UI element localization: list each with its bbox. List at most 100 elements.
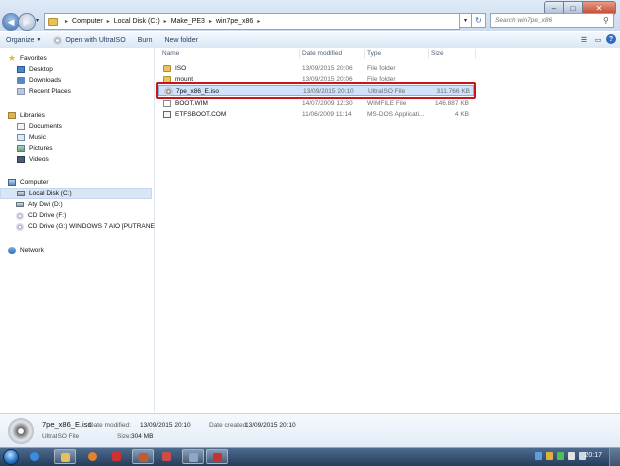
- tray-icon[interactable]: [546, 452, 553, 460]
- folder-icon: [48, 17, 58, 26]
- file-list: Name Date modified Type Size ISO 13/09/2…: [155, 48, 620, 412]
- column-divider[interactable]: [428, 49, 429, 59]
- desktop-icon: [17, 66, 25, 73]
- column-divider[interactable]: [475, 49, 476, 59]
- table-row[interactable]: ETFSBOOT.COM 11/06/2009 11:14 MS-DOS App…: [158, 109, 474, 120]
- preview-pane-icon[interactable]: ▭: [592, 34, 604, 45]
- column-date-modified[interactable]: Date modified: [302, 50, 342, 57]
- nav-cd-drive-f[interactable]: CD Drive (F:): [16, 210, 66, 221]
- recent-places-icon: [17, 88, 25, 95]
- details-file-name: 7pe_x86_E.iso: [42, 420, 92, 429]
- nav-pictures[interactable]: Pictures: [17, 143, 52, 154]
- details-pane: 7pe_x86_E.iso UltraISO File Date modifie…: [0, 413, 620, 448]
- column-divider[interactable]: [299, 49, 300, 59]
- cd-drive-icon: [16, 211, 24, 220]
- tray-icon[interactable]: [535, 452, 542, 460]
- nav-documents[interactable]: Documents: [17, 121, 62, 132]
- organize-button[interactable]: Organize ▼: [0, 32, 47, 48]
- breadcrumb-computer[interactable]: Computer: [72, 18, 103, 25]
- taskbar-app[interactable]: [132, 449, 154, 464]
- nav-libraries[interactable]: Libraries: [8, 110, 45, 121]
- breadcrumb-local-disk[interactable]: Local Disk (C:): [114, 18, 160, 25]
- breadcrumb-separator[interactable]: ▸: [65, 18, 68, 25]
- breadcrumb-make-pe3[interactable]: Make_PE3: [171, 18, 205, 25]
- search-box[interactable]: ⚲: [490, 13, 614, 28]
- hard-disk-icon: [17, 191, 25, 196]
- table-row[interactable]: ISO 13/09/2015 20:06 File folder: [158, 63, 474, 74]
- music-icon: [17, 134, 25, 141]
- column-headers: Name Date modified Type Size: [155, 48, 620, 60]
- address-bar[interactable]: ▸ Computer ▸ Local Disk (C:) ▸ Make_PE3 …: [44, 13, 460, 30]
- new-folder-button[interactable]: New folder: [158, 32, 203, 48]
- nav-computer-label: Computer: [20, 179, 49, 186]
- column-size[interactable]: Size: [431, 50, 444, 57]
- table-row[interactable]: BOOT.WIM 14/07/2009 12:30 WIMFILE File 1…: [158, 98, 474, 109]
- new-folder-label: New folder: [164, 36, 198, 44]
- app-icon: [213, 453, 222, 462]
- search-input[interactable]: [491, 16, 603, 25]
- nav-desktop-label: Desktop: [29, 66, 53, 73]
- search-icon[interactable]: ⚲: [603, 16, 609, 25]
- start-button[interactable]: [3, 449, 19, 465]
- details-file-type: UltraISO File: [42, 433, 80, 440]
- taskbar-app[interactable]: [206, 449, 228, 464]
- taskbar-app[interactable]: [106, 449, 128, 464]
- open-with-button[interactable]: Open with UltraISO: [47, 32, 131, 48]
- nav-desktop[interactable]: Desktop: [17, 64, 53, 75]
- file-icon: [163, 100, 171, 107]
- documents-icon: [17, 123, 25, 130]
- breadcrumb-win7pe-x86[interactable]: win7pe_x86: [216, 18, 253, 25]
- nav-videos[interactable]: Videos: [17, 154, 49, 165]
- breadcrumb-separator[interactable]: ▸: [107, 18, 110, 25]
- view-controls: ☰ ▭ ?: [578, 34, 616, 45]
- column-name[interactable]: Name: [162, 50, 179, 57]
- breadcrumb-separator[interactable]: ▸: [257, 18, 260, 25]
- breadcrumb-separator[interactable]: ▸: [209, 18, 212, 25]
- arrow-left-icon: ◀: [7, 16, 15, 27]
- command-bar: Organize ▼ Open with UltraISO Burn New f…: [0, 31, 620, 49]
- nav-computer[interactable]: Computer: [8, 177, 49, 188]
- column-divider[interactable]: [364, 49, 365, 59]
- show-desktop-button[interactable]: [609, 448, 620, 466]
- taskbar-app[interactable]: [182, 449, 204, 464]
- help-icon[interactable]: ?: [606, 34, 616, 44]
- navigation-pane: ★ Favorites Desktop Downloads Recent Pla…: [0, 48, 161, 412]
- column-type[interactable]: Type: [367, 50, 381, 57]
- taskbar-explorer[interactable]: [54, 449, 76, 464]
- taskbar: 20:17: [0, 447, 620, 466]
- organize-label: Organize: [6, 36, 35, 44]
- file-date: 11/06/2009 11:14: [302, 111, 352, 118]
- burn-button[interactable]: Burn: [132, 32, 159, 48]
- view-options-icon[interactable]: ☰: [578, 34, 590, 45]
- cd-drive-icon: [16, 222, 24, 231]
- address-history-dropdown[interactable]: ▾: [460, 13, 472, 28]
- nav-local-disk-label: Local Disk (C:): [29, 190, 72, 197]
- nav-pictures-label: Pictures: [29, 145, 53, 152]
- file-size: 4 KB: [454, 111, 469, 118]
- nav-recent-places[interactable]: Recent Places: [17, 86, 71, 97]
- clock[interactable]: 20:17: [584, 452, 602, 459]
- nav-cd-g-label: CD Drive (G:) WINDOWS 7 AIO [PUTRANET\: [28, 223, 161, 230]
- nav-downloads[interactable]: Downloads: [17, 75, 61, 86]
- taskbar-ie[interactable]: [24, 449, 46, 464]
- nav-cd-drive-g[interactable]: CD Drive (G:) WINDOWS 7 AIO [PUTRANET\: [16, 221, 161, 232]
- folder-icon: [163, 65, 171, 72]
- arrow-right-icon: ▶: [23, 16, 31, 27]
- internet-explorer-icon: [30, 452, 39, 461]
- taskbar-app[interactable]: [156, 449, 178, 464]
- tray-icon[interactable]: [557, 452, 564, 460]
- nav-local-disk-c[interactable]: Local Disk (C:): [0, 188, 152, 199]
- network-tray-icon[interactable]: [568, 452, 575, 460]
- nav-network[interactable]: Network: [8, 245, 44, 256]
- nav-music[interactable]: Music: [17, 132, 46, 143]
- taskbar-firefox[interactable]: [82, 449, 104, 464]
- breadcrumb-separator[interactable]: ▸: [164, 18, 167, 25]
- refresh-button[interactable]: ↻: [472, 13, 486, 28]
- nav-recent-label: Recent Places: [29, 88, 71, 95]
- forward-button[interactable]: ▶: [18, 13, 36, 31]
- nav-network-label: Network: [20, 247, 44, 254]
- nav-favorites[interactable]: ★ Favorites: [8, 53, 47, 64]
- recent-pages-dropdown[interactable]: ▾: [36, 17, 39, 24]
- nav-aty-dwi-d[interactable]: Aty Dwi (D:): [16, 199, 63, 210]
- details-modified-label: Date modified:: [89, 422, 131, 429]
